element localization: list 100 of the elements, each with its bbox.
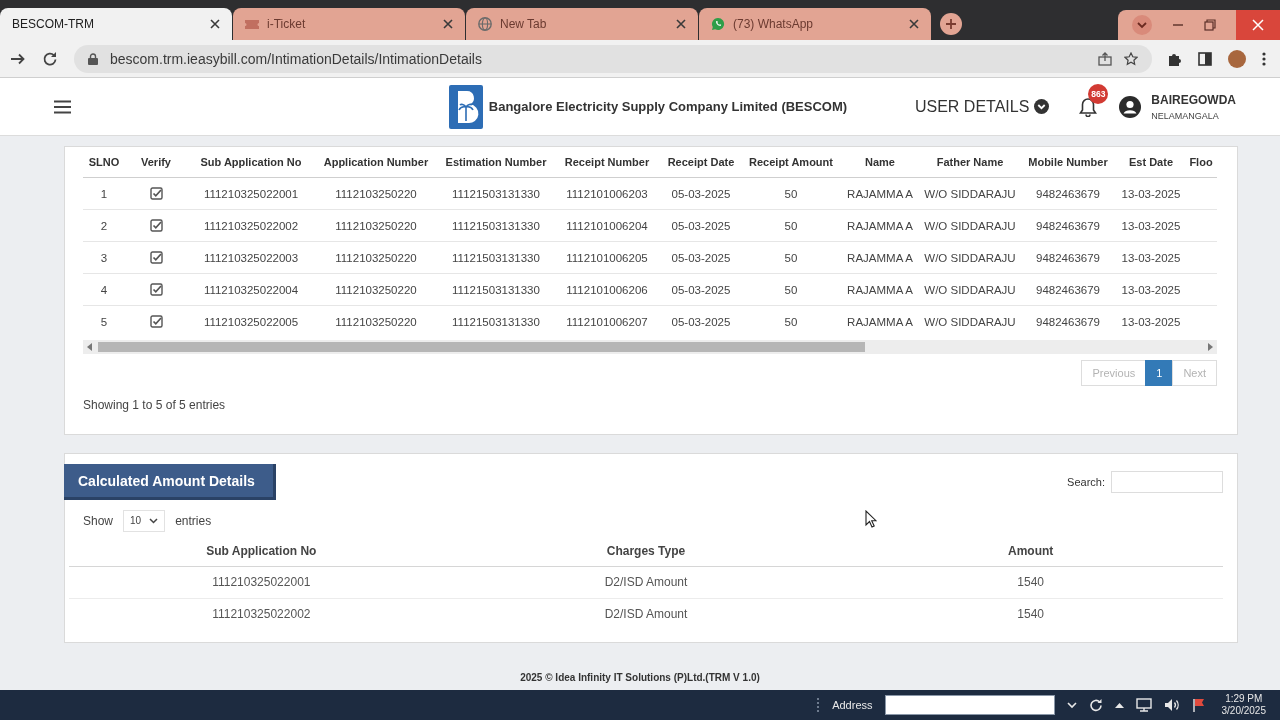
globe-icon [478, 17, 492, 31]
table-cell: RAJAMMA A [839, 177, 921, 210]
column-header[interactable]: Name [839, 147, 921, 178]
table-cell: 1540 [838, 598, 1223, 630]
address-label: Address [832, 699, 873, 711]
column-header[interactable]: Sub Application No [69, 535, 454, 566]
checkbox[interactable] [149, 187, 163, 201]
close-icon[interactable] [909, 19, 919, 29]
column-header[interactable]: Amount [838, 535, 1223, 566]
logo-icon [448, 84, 483, 129]
caret-up-icon[interactable] [1114, 702, 1124, 708]
column-header[interactable]: Receipt Date [659, 147, 743, 178]
table-cell: 11121503131330 [437, 241, 555, 274]
table-cell: RAJAMMA A [839, 209, 921, 242]
profile-avatar-icon[interactable] [1228, 49, 1246, 68]
checkbox[interactable] [149, 219, 163, 233]
table-cell: 1112101006203 [555, 177, 659, 210]
search-label: Search: [1067, 475, 1105, 488]
menu-icon[interactable] [54, 99, 71, 114]
column-header[interactable]: Charges Type [453, 535, 839, 566]
search-field[interactable] [1111, 470, 1223, 493]
close-icon[interactable] [676, 19, 686, 29]
column-header[interactable]: Receipt Amount [743, 147, 839, 178]
scrollbar-track[interactable] [83, 339, 1217, 354]
checkbox[interactable] [149, 283, 163, 297]
clock-button[interactable]: 1:29 PM 3/20/2025 [1217, 693, 1270, 717]
app-title: Bangalore Electricity Supply Company Limited (BESCOM) [488, 99, 848, 114]
column-header[interactable]: Estimation Number [437, 147, 555, 178]
address-input[interactable] [884, 695, 1055, 715]
side-panel-icon[interactable] [1198, 51, 1212, 66]
table-cell: 1112103250220 [315, 177, 437, 210]
table-cell: 11121503131330 [437, 209, 555, 242]
browser-tab[interactable]: BESCOM-TRM [0, 8, 232, 40]
restore-icon[interactable] [1204, 19, 1216, 31]
column-header[interactable]: Sub Application No [187, 147, 315, 178]
table-cell: 1112103250220 [315, 241, 437, 274]
column-header[interactable]: Mobile Number [1019, 147, 1117, 178]
table-cell: 5 [83, 305, 125, 338]
star-icon[interactable] [1124, 51, 1138, 66]
close-icon[interactable] [443, 19, 453, 29]
address-bar[interactable]: bescom.trm.ieasybill.com/IntimationDetails/IntimationDetails [74, 44, 1152, 73]
user-avatar-icon[interactable] [1119, 95, 1142, 118]
refresh-icon[interactable] [1088, 698, 1103, 712]
table-cell: 2 [83, 209, 125, 242]
chat-bubble-icon [711, 17, 725, 31]
column-header[interactable]: Est Date [1117, 147, 1185, 178]
table-cell: 4 [83, 273, 125, 306]
user-details-button[interactable]: USER DETAILS [914, 93, 1050, 120]
table-cell: 1112103250220 [315, 273, 437, 306]
page-button[interactable]: 1 [1145, 359, 1174, 386]
column-header[interactable]: Application Number [315, 147, 437, 178]
mouse-pointer-icon [865, 509, 877, 528]
lock-icon [88, 52, 98, 65]
notification-badge: 863 [1088, 83, 1109, 104]
plus-icon[interactable] [940, 13, 962, 35]
reload-icon[interactable] [42, 50, 58, 67]
user-location: NELAMANGALA [1151, 110, 1220, 121]
column-header[interactable]: Floo [1185, 147, 1217, 178]
column-header[interactable]: Receipt Number [555, 147, 659, 178]
speaker-icon[interactable] [1163, 698, 1180, 712]
column-header[interactable]: Verify [125, 147, 187, 178]
puzzle-piece-icon[interactable] [1168, 51, 1182, 66]
table-cell: 3 [83, 241, 125, 274]
table-cell: 11121503131330 [437, 177, 555, 210]
more-menu-icon[interactable] [1262, 51, 1266, 66]
table-cell: 05-03-2025 [659, 177, 743, 210]
checkbox[interactable] [149, 315, 163, 329]
table-cell: 1112101006204 [555, 209, 659, 242]
bell-icon[interactable] [1079, 96, 1098, 117]
grip-icon[interactable] [816, 697, 821, 713]
share-icon[interactable] [1098, 51, 1112, 66]
table-cell: 50 [743, 273, 839, 306]
checkbox[interactable] [149, 251, 163, 265]
table-cell: 05-03-2025 [659, 241, 743, 274]
scrollbar-thumb[interactable] [98, 341, 866, 352]
ticket-icon [245, 17, 259, 31]
table-cell: 111210325022005 [187, 305, 315, 338]
flag-icon[interactable] [1191, 698, 1206, 712]
close-icon[interactable] [210, 19, 220, 29]
network-icon[interactable] [1135, 698, 1152, 712]
scroll-left-icon[interactable] [86, 342, 94, 351]
table-cell: 50 [743, 241, 839, 274]
table-cell: 111210325022003 [187, 241, 315, 274]
table-cell: 13-03-2025 [1117, 241, 1185, 274]
table-info: Showing 1 to 5 of 5 entries [83, 397, 227, 412]
browser-tab[interactable]: New Tab [466, 8, 698, 40]
table-cell: 111210325022004 [187, 273, 315, 306]
column-header[interactable]: Father Name [921, 147, 1019, 178]
browser-tab[interactable]: (73) WhatsApp [699, 8, 931, 40]
table-cell: D2/ISD Amount [453, 566, 839, 598]
table-cell: 9482463679 [1019, 305, 1117, 338]
page-size-select[interactable]: 10 [123, 509, 166, 532]
entries-label: entries [175, 513, 212, 528]
browser-tab[interactable]: i-Ticket [233, 8, 465, 40]
column-header[interactable]: SLNO [83, 147, 125, 178]
table-cell: 1540 [838, 566, 1223, 598]
chevron-down-icon[interactable] [1066, 701, 1077, 709]
table-cell: 13-03-2025 [1117, 305, 1185, 338]
table-cell: 13-03-2025 [1117, 273, 1185, 306]
scroll-right-icon[interactable] [1206, 342, 1214, 351]
